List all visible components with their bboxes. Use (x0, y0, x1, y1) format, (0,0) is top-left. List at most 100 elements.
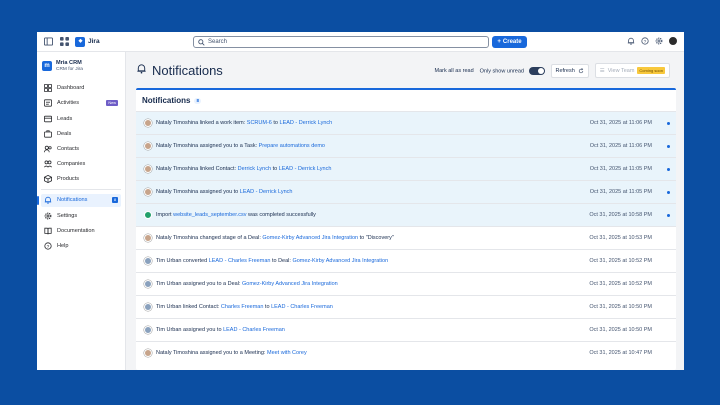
sidebar-item-products[interactable]: Products (41, 173, 121, 186)
only-unread-toggle[interactable]: Only show unread (480, 66, 545, 75)
notification-text: Import website_leads_september.csv was c… (156, 212, 316, 218)
toggle-switch[interactable] (528, 66, 545, 75)
notification-row[interactable]: Nataly Timoshina linked Contact: Derrick… (136, 157, 676, 180)
notification-timestamp: Oct 31, 2025 at 11:05 PM (589, 189, 652, 195)
notification-text: Nataly Timoshina linked a work item: SCR… (156, 120, 332, 126)
svg-text:?: ? (643, 39, 646, 45)
notification-link[interactable]: LEAD - Charles Freeman (271, 304, 333, 310)
actor-avatar (144, 303, 152, 311)
sidebar-item-contacts[interactable]: Contacts (41, 142, 121, 155)
coming-soon-badge: Coming soon (637, 67, 665, 74)
sidebar-item-leads[interactable]: Leads (41, 112, 121, 125)
notification-row[interactable]: Nataly Timoshina linked a work item: SCR… (136, 111, 676, 134)
team-icon: ☰ (599, 67, 605, 74)
refresh-label: Refresh (555, 67, 575, 74)
notification-text: Nataly Timoshina assigned you to LEAD - … (156, 189, 292, 195)
refresh-button[interactable]: Refresh (550, 63, 589, 78)
create-button[interactable]: + Create (492, 36, 527, 48)
sidebar-item-activities[interactable]: Activities New (41, 97, 121, 110)
sidebar-toggle-icon[interactable] (43, 37, 53, 47)
help-icon[interactable]: ? (640, 37, 649, 46)
bell-icon (136, 61, 147, 79)
sidebar-item-companies[interactable]: Companies (41, 158, 121, 171)
top-right-actions: ? (626, 36, 678, 46)
app-switcher-icon[interactable] (59, 37, 69, 47)
notification-link[interactable]: Charles Freeman (221, 304, 264, 310)
actor-avatar (144, 257, 152, 265)
notification-row[interactable]: Nataly Timoshina assigned you to LEAD - … (136, 180, 676, 203)
notification-row[interactable]: Tim Urban linked Contact: Charles Freema… (136, 295, 676, 318)
sidebar-item-help[interactable]: ? Help (41, 239, 121, 252)
count-badge: 8 (112, 196, 118, 203)
notification-timestamp: Oct 31, 2025 at 10:52 PM (589, 258, 652, 264)
project-subtitle: CRM for Jira (56, 66, 83, 72)
notification-actor: Tim Urban (156, 327, 182, 333)
notification-timestamp: Oct 31, 2025 at 10:50 PM (589, 304, 652, 310)
notification-link[interactable]: LEAD - Charles Freeman (209, 258, 271, 264)
notification-link[interactable]: SCRUM-6 (247, 120, 272, 126)
settings-icon[interactable] (654, 37, 663, 46)
notification-link[interactable]: Gomez-Kirby Advanced Jira Integration (242, 281, 338, 287)
unread-dot-icon[interactable] (667, 121, 670, 125)
notification-link[interactable]: Derrick Lynch (238, 166, 271, 172)
notification-timestamp: Oct 31, 2025 at 10:52 PM (589, 281, 652, 287)
notification-link[interactable]: Meet with Corey (267, 350, 307, 356)
notifications-icon[interactable] (626, 37, 635, 46)
notification-text-part: to Deal: (270, 258, 293, 264)
sidebar-item-notifications[interactable]: Notifications 8 (37, 193, 121, 207)
notification-link[interactable]: Gomez-Kirby Advanced Jira Integration (292, 258, 388, 264)
notification-text-part: assigned you to a Meeting: (198, 350, 267, 356)
search-placeholder: Search (208, 39, 228, 45)
notification-count-badge: 8 (194, 97, 201, 104)
notification-text-part: changed stage of a Deal: (198, 235, 263, 241)
sidebar-item-dashboard[interactable]: Dashboard (41, 82, 121, 95)
companies-icon (44, 160, 52, 168)
notification-actor: Nataly Timoshina (156, 120, 199, 126)
notification-link[interactable]: LEAD - Derrick Lynch (280, 120, 333, 126)
notification-link[interactable]: LEAD - Charles Freeman (223, 327, 285, 333)
notification-text-part: Import (156, 212, 174, 218)
notification-text-part: assigned you to a Deal: (181, 281, 243, 287)
notification-link[interactable]: LEAD - Derrick Lynch (240, 189, 293, 195)
notification-text-part: to "Discovery" (358, 235, 394, 241)
notification-text-part: assigned you to (198, 189, 240, 195)
dashboard-icon (44, 84, 52, 93)
refresh-icon (578, 67, 583, 73)
sidebar-item-documentation[interactable]: Documentation (41, 224, 121, 237)
notification-link[interactable]: Prepare automations demo (259, 143, 325, 149)
notification-list: Nataly Timoshina linked a work item: SCR… (136, 111, 676, 364)
notification-text: Tim Urban assigned you to LEAD - Charles… (156, 327, 285, 333)
unread-dot-icon[interactable] (667, 144, 670, 148)
sidebar-item-label: Companies (57, 161, 86, 168)
notification-link[interactable]: website_leads_september.csv (173, 212, 246, 218)
notification-timestamp: Oct 31, 2025 at 10:53 PM (589, 235, 652, 241)
contacts-icon (44, 145, 52, 153)
jira-logo[interactable]: Jira (75, 36, 100, 47)
notification-actor: Nataly Timoshina (156, 143, 199, 149)
notification-row[interactable]: Nataly Timoshina assigned you to a Meeti… (136, 341, 676, 364)
notification-row[interactable]: Import website_leads_september.csv was c… (136, 203, 676, 226)
notification-row[interactable]: Tim Urban assigned you to a Deal: Gomez-… (136, 272, 676, 295)
actor-avatar (144, 326, 152, 334)
unread-dot-icon[interactable] (667, 190, 670, 194)
project-header[interactable]: m Mria CRM CRM for Jira (41, 60, 121, 72)
help-icon: ? (44, 242, 52, 250)
plus-icon: + (497, 39, 501, 45)
notification-row[interactable]: Tim Urban assigned you to LEAD - Charles… (136, 318, 676, 341)
unread-dot-icon[interactable] (667, 213, 670, 217)
user-avatar[interactable] (668, 36, 678, 46)
mark-all-read-button[interactable]: Mark all as read (435, 68, 474, 74)
svg-text:?: ? (47, 244, 50, 250)
notification-link[interactable]: Gomez-Kirby Advanced Jira Integration (262, 235, 358, 241)
notification-link[interactable]: LEAD - Derrick Lynch (279, 166, 332, 172)
sidebar-item-deals[interactable]: Deals (41, 127, 121, 140)
notification-text-part: to (271, 120, 280, 126)
unread-dot-icon[interactable] (667, 167, 670, 171)
sidebar-item-label: Deals (57, 130, 72, 137)
notification-row[interactable]: Nataly Timoshina changed stage of a Deal… (136, 226, 676, 249)
notification-text-part: to (263, 304, 272, 310)
notification-row[interactable]: Tim Urban converted LEAD - Charles Freem… (136, 249, 676, 272)
search-input[interactable]: Search (193, 36, 489, 48)
sidebar-item-settings[interactable]: Settings (41, 209, 121, 222)
notification-row[interactable]: Nataly Timoshina assigned you to a Task:… (136, 134, 676, 157)
